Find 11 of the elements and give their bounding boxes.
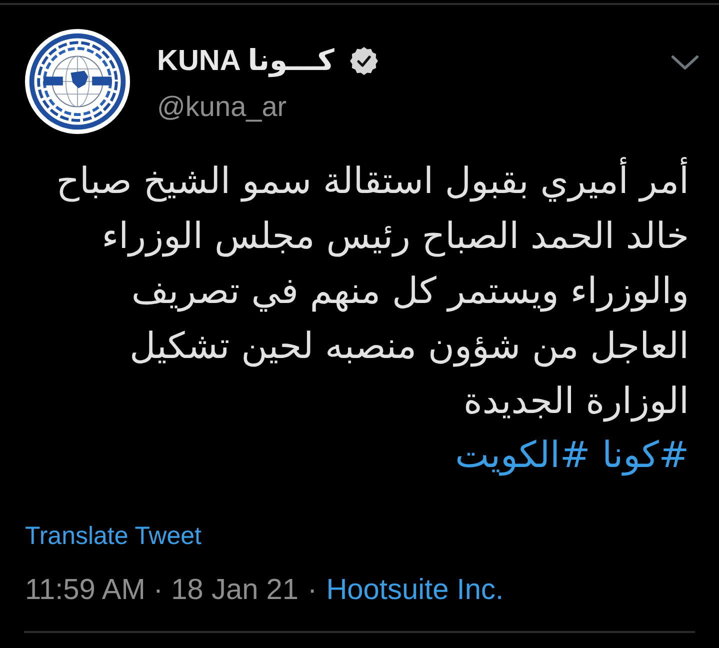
tweet-text: أمر أميري بقبول استقالة سمو الشيخ صباح خالد الحمد الصباح رئيس مجلس الوزراء والوزراء ويستمر كل منهم في تصريف العاجل من شؤون منصبه لحين تشكيل الوزارة الجديدة <box>36 154 689 429</box>
hashtag-link[interactable]: #الكويت <box>455 429 590 483</box>
avatar-logo-drawing[interactable] <box>24 28 131 135</box>
display-name[interactable]: KUNA كـــونا <box>157 43 334 79</box>
timestamp: 11:59 AM · 18 Jan 21 <box>25 573 299 607</box>
source-link[interactable]: Hootsuite Inc. <box>326 573 504 607</box>
hashtag-link[interactable]: #كونا <box>602 429 689 483</box>
translate-link[interactable]: Translate Tweet <box>25 521 202 551</box>
chevron-down-icon <box>671 55 699 70</box>
username-handle: @kuna_ar <box>157 90 288 124</box>
separator-dot: · <box>308 573 318 607</box>
